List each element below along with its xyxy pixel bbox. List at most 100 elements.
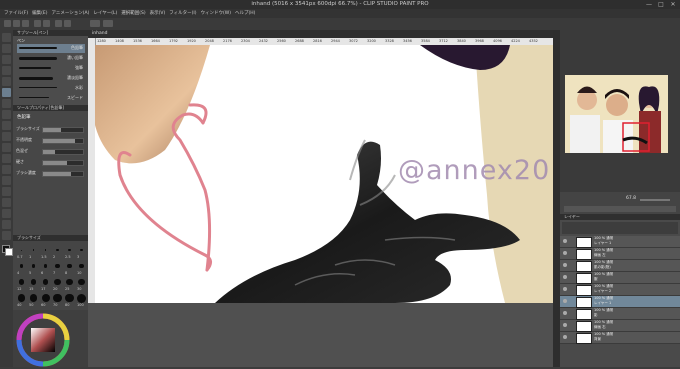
move-tool-icon[interactable] [2, 44, 11, 53]
vertical-scrollbar[interactable] [553, 30, 560, 367]
brush-size-option[interactable]: 8 [64, 261, 75, 276]
save-icon[interactable] [22, 20, 29, 27]
eye-icon[interactable] [563, 275, 567, 279]
gradient-tool-icon[interactable] [2, 165, 11, 174]
menu-help[interactable]: ヘルプ(H) [235, 9, 255, 18]
brush-size-option[interactable]: 1.5 [40, 245, 51, 260]
brush-size-option[interactable]: 7 [52, 261, 63, 276]
correct-line-tool-icon[interactable] [2, 231, 11, 240]
eye-icon[interactable] [563, 335, 567, 339]
ruler-tool-icon[interactable] [2, 198, 11, 207]
brush-size-option[interactable]: 70 [52, 293, 63, 308]
layer-row[interactable]: 100 % 通常 背景 [560, 332, 680, 344]
zoom-tool-icon[interactable] [2, 33, 11, 42]
property-row[interactable]: 不透明度 [16, 136, 86, 144]
eye-icon[interactable] [563, 263, 567, 267]
brush-size-option[interactable]: 2.5 [64, 245, 75, 260]
brush-size-option[interactable]: 5 [28, 261, 39, 276]
navigator-thumbnail[interactable] [565, 75, 668, 153]
close-button[interactable]: ✕ [668, 1, 678, 8]
eye-icon[interactable] [563, 311, 567, 315]
layer-row[interactable]: 100 % 通常影 [560, 308, 680, 320]
transform-icon[interactable] [103, 20, 113, 27]
sub-color-swatch[interactable] [5, 248, 13, 256]
brush-item[interactable]: 強筆 [17, 64, 85, 73]
brush-size-option[interactable]: 100 [76, 293, 87, 308]
menu-layer[interactable]: レイヤー(L) [93, 9, 117, 18]
balloon-tool-icon[interactable] [2, 220, 11, 229]
brush-size-option[interactable]: 1 [28, 245, 39, 260]
airbrush-tool-icon[interactable] [2, 121, 11, 130]
minimize-button[interactable]: — [644, 1, 654, 8]
brush-size-option[interactable]: 25 [64, 277, 75, 292]
text-tool-icon[interactable] [2, 209, 11, 218]
layer-row[interactable]: 100 % 通常 線画 左 [560, 248, 680, 260]
brush-size-option[interactable]: 15 [28, 277, 39, 292]
property-row[interactable]: ブラシサイズ [16, 125, 86, 133]
layer-row[interactable]: 100 % 通常 肌の影(陰) [560, 260, 680, 272]
menu-edit[interactable]: 編集(E) [32, 9, 47, 18]
brush-size-option[interactable]: 4 [16, 261, 27, 276]
brush-size-option[interactable]: 10 [76, 261, 87, 276]
selection-tool-icon[interactable] [2, 55, 11, 64]
brush-size-option[interactable]: 0.7 [16, 245, 27, 260]
layer-row[interactable]: 100 % 通常 レイヤー 2 [560, 284, 680, 296]
fill-tool-icon[interactable] [2, 154, 11, 163]
property-row[interactable]: 硬さ [16, 158, 86, 166]
brush-size-option[interactable]: 2 [52, 245, 63, 260]
open-file-icon[interactable] [13, 20, 20, 27]
rotation-slider[interactable] [564, 206, 676, 212]
property-row[interactable]: ブラシ濃度 [16, 169, 86, 177]
pen-tool-icon[interactable] [2, 88, 11, 97]
eye-icon[interactable] [563, 323, 567, 327]
menu-view[interactable]: 表示(V) [150, 9, 166, 18]
brush-size-option[interactable]: 50 [28, 293, 39, 308]
brush-size-option[interactable]: 80 [64, 293, 75, 308]
redo-icon[interactable] [43, 20, 50, 27]
layer-row[interactable]: 100 % 通常 レイヤー 1 [560, 296, 680, 308]
brush-size-option[interactable]: 12 [16, 277, 27, 292]
menu-file[interactable]: ファイル(F) [4, 9, 28, 18]
brush-item[interactable]: 色鉛筆 [17, 44, 85, 53]
lasso-tool-icon[interactable] [2, 66, 11, 75]
color-wheel[interactable] [13, 310, 88, 367]
brush-size-option[interactable]: 40 [16, 293, 27, 308]
menu-selection[interactable]: 選択範囲(S) [121, 9, 145, 18]
brush-size-option[interactable]: 60 [40, 293, 51, 308]
maximize-button[interactable]: □ [656, 1, 666, 8]
eyedropper-tool-icon[interactable] [2, 77, 11, 86]
eraser-tool-icon[interactable] [2, 132, 11, 141]
brush-tool-icon[interactable] [2, 110, 11, 119]
property-slider[interactable] [42, 138, 84, 144]
fill-icon[interactable] [64, 20, 71, 27]
property-slider[interactable] [42, 149, 84, 155]
blend-tool-icon[interactable] [2, 143, 11, 152]
brush-size-option[interactable]: 3 [76, 245, 87, 260]
brush-item[interactable]: 濃い鉛筆 [17, 54, 85, 63]
brush-item[interactable]: 濃淡鉛筆 [17, 74, 85, 83]
brush-item[interactable]: スピード [17, 94, 85, 103]
frame-tool-icon[interactable] [2, 187, 11, 196]
visibility-icon[interactable] [90, 20, 100, 27]
menu-window[interactable]: ウィンドウ(W) [201, 9, 231, 18]
brush-item[interactable]: 水彩 [17, 84, 85, 93]
property-slider[interactable] [42, 171, 84, 177]
eye-icon[interactable] [563, 239, 567, 243]
eye-icon[interactable] [563, 287, 567, 291]
zoom-slider[interactable] [640, 199, 670, 201]
property-slider[interactable] [42, 160, 84, 166]
menu-animation[interactable]: アニメーション(A) [51, 9, 89, 18]
brush-size-option[interactable]: 30 [76, 277, 87, 292]
property-row[interactable]: 色混ぜ [16, 147, 86, 155]
eye-icon[interactable] [563, 299, 567, 303]
figure-tool-icon[interactable] [2, 176, 11, 185]
layer-row[interactable]: 100 % 通常服 [560, 272, 680, 284]
zoom-value[interactable]: 67.8 [626, 196, 636, 201]
brush-size-option[interactable]: 20 [52, 277, 63, 292]
canvas-tab[interactable]: inhand [92, 31, 107, 36]
layer-row[interactable]: 100 % 通常 線画 右 [560, 320, 680, 332]
pencil-tool-icon[interactable] [2, 99, 11, 108]
menu-filter[interactable]: フィルター(I) [169, 9, 196, 18]
layer-row[interactable]: 100 % 通常 レイヤー 1 [560, 236, 680, 248]
property-slider[interactable] [42, 127, 84, 133]
